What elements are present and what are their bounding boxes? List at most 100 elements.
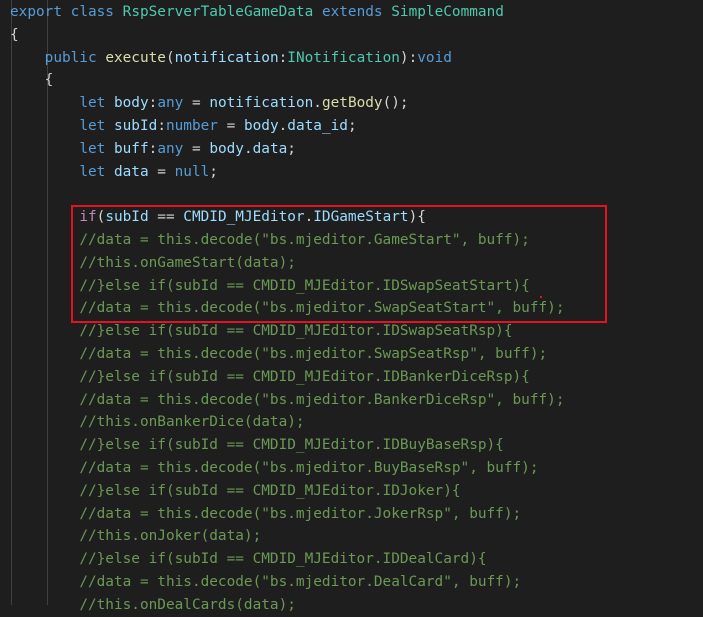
code-line[interactable]: let data = null; [0, 161, 703, 184]
code-token: body [113, 95, 149, 112]
annotation-mark [540, 296, 542, 298]
code-line[interactable]: //}else if(subId == CMDID_MJEditor.IDJok… [0, 480, 703, 503]
code-line[interactable]: //this.onJoker(data); [0, 525, 703, 548]
code-token: export [10, 4, 62, 20]
code-token: void [417, 49, 452, 66]
code-token: any [157, 140, 184, 157]
code-token: //data = this.decode("bs.mjeditor.Banker… [79, 391, 565, 408]
code-token: //data = this.decode("bs.mjeditor.BuyBas… [79, 460, 539, 476]
code-line[interactable]: //}else if(subId == CMDID_MJEditor.IDSwa… [0, 320, 703, 343]
code-token: = [217, 118, 244, 134]
code-line[interactable]: export class RspServerTableGameData exte… [0, 1, 703, 24]
code-token: = [183, 95, 210, 112]
code-line[interactable]: //}else if(subId == CMDID_MJEditor.IDBan… [0, 366, 703, 389]
code-token: ; [209, 163, 218, 180]
code-token: data [113, 163, 149, 180]
code-token: execute [105, 49, 166, 66]
code-token: //data = this.decode("bs.mjeditor.SwapSe… [79, 346, 548, 362]
code-token: body [209, 140, 244, 157]
code-line[interactable]: //data = this.decode("bs.mjeditor.DealCa… [0, 571, 703, 594]
code-token: extends [321, 4, 383, 20]
code-token: INotification [287, 49, 400, 66]
code-line[interactable]: //data = this.decode("bs.mjeditor.JokerR… [0, 503, 703, 526]
code-token: ( [165, 49, 175, 66]
code-line[interactable]: //}else if(subId == CMDID_MJEditor.IDBuy… [0, 434, 703, 457]
code-token: ; [287, 140, 296, 157]
code-line[interactable]: //this.onBankerDice(data); [0, 411, 703, 434]
code-token: { [44, 72, 54, 89]
code-token: getBody [321, 95, 383, 112]
code-token: notification [209, 95, 314, 112]
code-line[interactable]: //}else if(subId == CMDID_MJEditor.IDDea… [0, 548, 703, 571]
code-line[interactable]: //data = this.decode("bs.mjeditor.BuyBas… [0, 457, 703, 480]
code-token: //}else if(subId == CMDID_MJEditor.IDBan… [79, 368, 530, 385]
code-token: //}else if(subId == CMDID_MJEditor.IDJok… [79, 482, 461, 499]
code-token: subId [113, 118, 158, 134]
code-line[interactable]: public execute(notification:INotificatio… [0, 47, 703, 70]
code-line[interactable]: //data = this.decode("bs.mjeditor.Banker… [0, 389, 703, 412]
code-editor[interactable]: export class RspServerTableGameData exte… [0, 0, 703, 613]
code-token: . [243, 140, 253, 157]
code-token: class [70, 4, 114, 20]
code-line[interactable] [0, 183, 703, 206]
code-token: number [165, 118, 218, 134]
code-token: : [148, 95, 158, 112]
code-line[interactable]: { [0, 69, 703, 92]
code-token: ; [347, 118, 357, 134]
code-line[interactable]: { [0, 24, 703, 47]
code-token: = [183, 140, 210, 157]
code-token: notification [174, 49, 279, 66]
code-token: //this.onJoker(data); [79, 528, 262, 545]
code-token: //data = this.decode("bs.mjeditor.JokerR… [79, 505, 522, 522]
code-token: let [79, 118, 106, 134]
code-line[interactable]: let subId:number = body.data_id; [0, 115, 703, 138]
code-token: { [10, 26, 19, 43]
code-token: let [79, 95, 106, 112]
code-token: = [148, 163, 175, 180]
code-token: RspServerTableGameData [122, 4, 314, 20]
code-token: data_id [287, 118, 348, 134]
code-line[interactable]: let buff:any = body.data; [0, 138, 703, 161]
code-line[interactable]: //data = this.decode("bs.mjeditor.SwapSe… [0, 343, 703, 366]
code-line[interactable]: //this.onDealCards(data); [0, 594, 703, 617]
code-token: body [243, 118, 279, 134]
code-token: SimpleCommand [391, 4, 504, 20]
code-token: (); [382, 95, 409, 112]
code-token: //}else if(subId == CMDID_MJEditor.IDDea… [79, 551, 487, 568]
code-token: : [278, 49, 288, 66]
code-token: . [313, 95, 322, 112]
code-line[interactable]: let body:any = notification.getBody(); [0, 92, 703, 115]
